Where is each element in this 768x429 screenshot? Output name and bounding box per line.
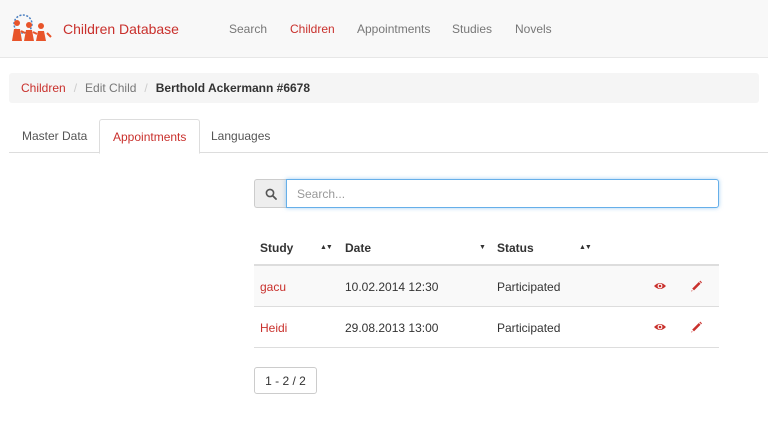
pencil-icon[interactable] (689, 320, 703, 334)
date-cell: 10.02.2014 12:30 (345, 280, 439, 294)
date-cell: 29.08.2013 13:00 (345, 321, 439, 335)
top-navbar: Children Database Search Children Appoin… (0, 0, 768, 58)
children-logo-icon (12, 14, 52, 41)
pagination-info[interactable]: 1 - 2 / 2 (254, 367, 317, 394)
breadcrumb-edit-child: Edit Child (85, 81, 137, 95)
tab-master-data[interactable]: Master Data (9, 119, 100, 153)
status-cell: Participated (497, 280, 561, 294)
search-input[interactable] (286, 179, 719, 208)
eye-icon[interactable] (653, 279, 667, 293)
breadcrumb-separator: / (73, 81, 78, 95)
sort-date-icon[interactable]: ▼ (479, 244, 486, 251)
brand[interactable]: Children Database (9, 6, 179, 52)
nav-search[interactable]: Search (229, 22, 267, 36)
study-link[interactable]: Heidi (260, 321, 287, 335)
table-row: Heidi 29.08.2013 13:00 Participated (254, 307, 719, 348)
table-row: gacu 10.02.2014 12:30 Participated (254, 266, 719, 307)
appointments-table: Study ▲▼ Date ▼ Status ▲▼ gacu 10.02.201… (254, 232, 719, 348)
eye-icon[interactable] (653, 320, 667, 334)
search-icon (265, 188, 277, 200)
sort-status-icon[interactable]: ▲▼ (579, 244, 592, 251)
table-header: Study ▲▼ Date ▼ Status ▲▼ (254, 232, 719, 266)
search-group (254, 179, 719, 208)
app-title[interactable]: Children Database (63, 21, 179, 37)
breadcrumb-current: Berthold Ackermann #6678 (155, 81, 311, 95)
breadcrumb: Children / Edit Child / Berthold Ackerma… (9, 73, 759, 103)
nav-novels[interactable]: Novels (515, 22, 552, 36)
sort-study-icon[interactable]: ▲▼ (320, 244, 333, 251)
breadcrumb-separator: / (144, 81, 148, 95)
status-cell: Participated (497, 321, 561, 335)
breadcrumb-children[interactable]: Children (21, 81, 66, 95)
column-header-study[interactable]: Study (260, 241, 293, 255)
nav-children[interactable]: Children (290, 22, 335, 36)
pencil-icon[interactable] (689, 279, 703, 293)
tab-appointments[interactable]: Appointments (99, 119, 201, 154)
tab-languages[interactable]: Languages (198, 119, 283, 153)
column-header-status[interactable]: Status (497, 241, 534, 255)
search-addon[interactable] (254, 179, 286, 208)
nav-studies[interactable]: Studies (452, 22, 492, 36)
nav-appointments[interactable]: Appointments (357, 22, 430, 36)
tab-bar: Master Data Appointments Languages (9, 119, 768, 154)
column-header-date[interactable]: Date (345, 241, 371, 255)
study-link[interactable]: gacu (260, 280, 286, 294)
